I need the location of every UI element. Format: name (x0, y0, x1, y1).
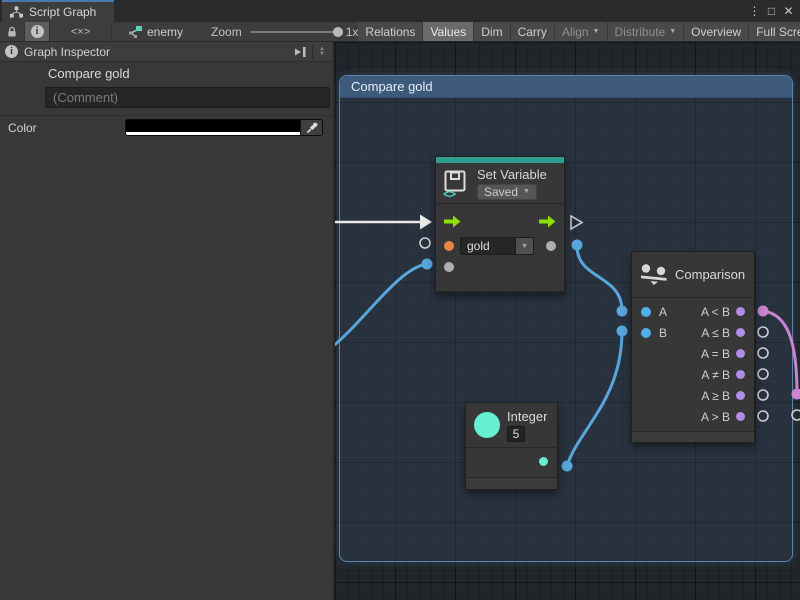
distribute-button[interactable]: Distribute ▼ (608, 22, 685, 41)
output-port-less[interactable] (736, 307, 745, 316)
graph-title: Compare gold (48, 66, 130, 81)
graph-inspector-header[interactable]: i Graph Inspector ▲ ▼ (0, 42, 333, 62)
output-label: A ≠ B (701, 368, 730, 382)
chevron-down-icon: ▼ (521, 243, 528, 250)
group-title: Compare gold (351, 79, 433, 94)
integer-node[interactable]: Integer (465, 402, 558, 490)
zoom-value: 1x (346, 25, 359, 39)
scope-dropdown[interactable]: Saved ▼ (477, 184, 537, 200)
variable-name: gold (467, 239, 490, 253)
eyedropper-icon (306, 122, 318, 134)
zoom-slider-handle[interactable] (333, 27, 343, 37)
graph-canvas[interactable]: Compare gold (335, 42, 800, 600)
ports-toggle-button[interactable]: <×> (50, 22, 112, 41)
output-value-port[interactable] (546, 241, 556, 251)
color-swatch[interactable] (126, 120, 300, 135)
spin-down-icon[interactable]: ▼ (319, 52, 325, 57)
node-footer (436, 291, 564, 292)
overview-button[interactable]: Overview (684, 22, 749, 41)
chevron-down-icon: ▼ (593, 28, 600, 35)
graph-breadcrumb[interactable]: enemy (128, 22, 183, 41)
zoom-label: Zoom (211, 25, 242, 39)
output-port-lessequal[interactable] (736, 328, 745, 337)
inspector-title: Graph Inspector (24, 45, 110, 59)
inspect-toggle-button[interactable]: i (25, 22, 50, 41)
variable-name-port[interactable] (444, 241, 454, 251)
info-icon: i (5, 45, 18, 58)
node-title: Comparison (675, 267, 745, 282)
variable-dropdown[interactable]: gold (460, 237, 516, 255)
input-label-b: B (659, 326, 667, 340)
integer-value-input[interactable] (507, 426, 525, 442)
align-label: Align (562, 25, 589, 39)
output-label: A < B (701, 305, 730, 319)
title-bar: Script Graph ⋮ □ ✕ (0, 0, 800, 22)
output-label: A > B (701, 410, 730, 424)
output-label: A ≤ B (701, 326, 730, 340)
align-button[interactable]: Align ▼ (555, 22, 608, 41)
color-label: Color (8, 121, 37, 135)
group-header[interactable]: Compare gold (340, 76, 792, 98)
carry-button[interactable]: Carry (511, 22, 555, 41)
set-variable-node[interactable]: <> Set Variable Saved ▼ (435, 156, 565, 293)
graph-name: enemy (147, 25, 183, 39)
close-button[interactable]: ✕ (780, 2, 797, 20)
flow-out-port[interactable] (539, 215, 556, 228)
input-value-port[interactable] (444, 262, 454, 272)
values-button[interactable]: Values (423, 22, 474, 41)
unconnected-port-circle[interactable] (792, 410, 800, 420)
lock-icon (7, 26, 17, 38)
chevron-down-icon: ▼ (523, 188, 530, 195)
embed-graph-icon (128, 26, 142, 38)
output-label: A = B (701, 347, 730, 361)
comment-input[interactable] (45, 87, 330, 108)
output-port-greater[interactable] (736, 412, 745, 421)
output-port-equal[interactable] (736, 349, 745, 358)
comparison-node[interactable]: Comparison A A < B B A ≤ B A = B A ≠ B A… (631, 251, 755, 443)
tab-title: Script Graph (29, 5, 96, 19)
scroll-spinner[interactable]: ▲ ▼ (312, 45, 328, 59)
output-port-greaterequal[interactable] (736, 391, 745, 400)
node-footer (466, 477, 557, 489)
input-port-b[interactable] (641, 328, 651, 338)
chevron-down-icon: ▼ (669, 28, 676, 35)
color-field[interactable] (125, 119, 323, 136)
window-menu-button[interactable]: ⋮ (746, 2, 763, 20)
graph-hierarchy-icon (10, 6, 23, 18)
ports-icon: <×> (71, 26, 90, 38)
node-footer (632, 431, 754, 442)
variable-dropdown-button[interactable]: ▼ (516, 237, 534, 255)
lock-button[interactable] (0, 22, 25, 41)
info-icon: i (31, 25, 44, 38)
dock-panel-icon[interactable] (295, 46, 307, 58)
scale-icon (640, 264, 668, 285)
save-variable-icon: <> (444, 170, 470, 197)
zoom-slider[interactable] (250, 31, 338, 33)
scope-value: Saved (484, 185, 518, 199)
node-title: Set Variable (477, 167, 547, 182)
flow-in-port[interactable] (444, 215, 461, 228)
variable-brackets-icon: <> (443, 187, 455, 201)
node-title: Integer (507, 409, 547, 424)
eyedropper-button[interactable] (300, 120, 322, 135)
output-port-notequal[interactable] (736, 370, 745, 379)
input-label-a: A (659, 305, 667, 319)
alpha-bar (126, 132, 300, 135)
output-label: A ≥ B (701, 389, 730, 403)
divider (0, 115, 333, 116)
graph-toolbar: i <×> enemy Zoom 1x Relations Values Dim… (0, 22, 800, 42)
distribute-label: Distribute (615, 25, 666, 39)
integer-icon (474, 412, 500, 438)
graph-inspector-panel: i Graph Inspector ▲ ▼ Compare gold Color (0, 42, 335, 600)
input-port-a[interactable] (641, 307, 651, 317)
dim-button[interactable]: Dim (474, 22, 510, 41)
fullscreen-button[interactable]: Full Screen (749, 22, 800, 41)
relations-button[interactable]: Relations (358, 22, 423, 41)
integer-output-port[interactable] (539, 457, 548, 466)
script-graph-tab[interactable]: Script Graph (2, 0, 114, 22)
maximize-button[interactable]: □ (763, 2, 780, 20)
